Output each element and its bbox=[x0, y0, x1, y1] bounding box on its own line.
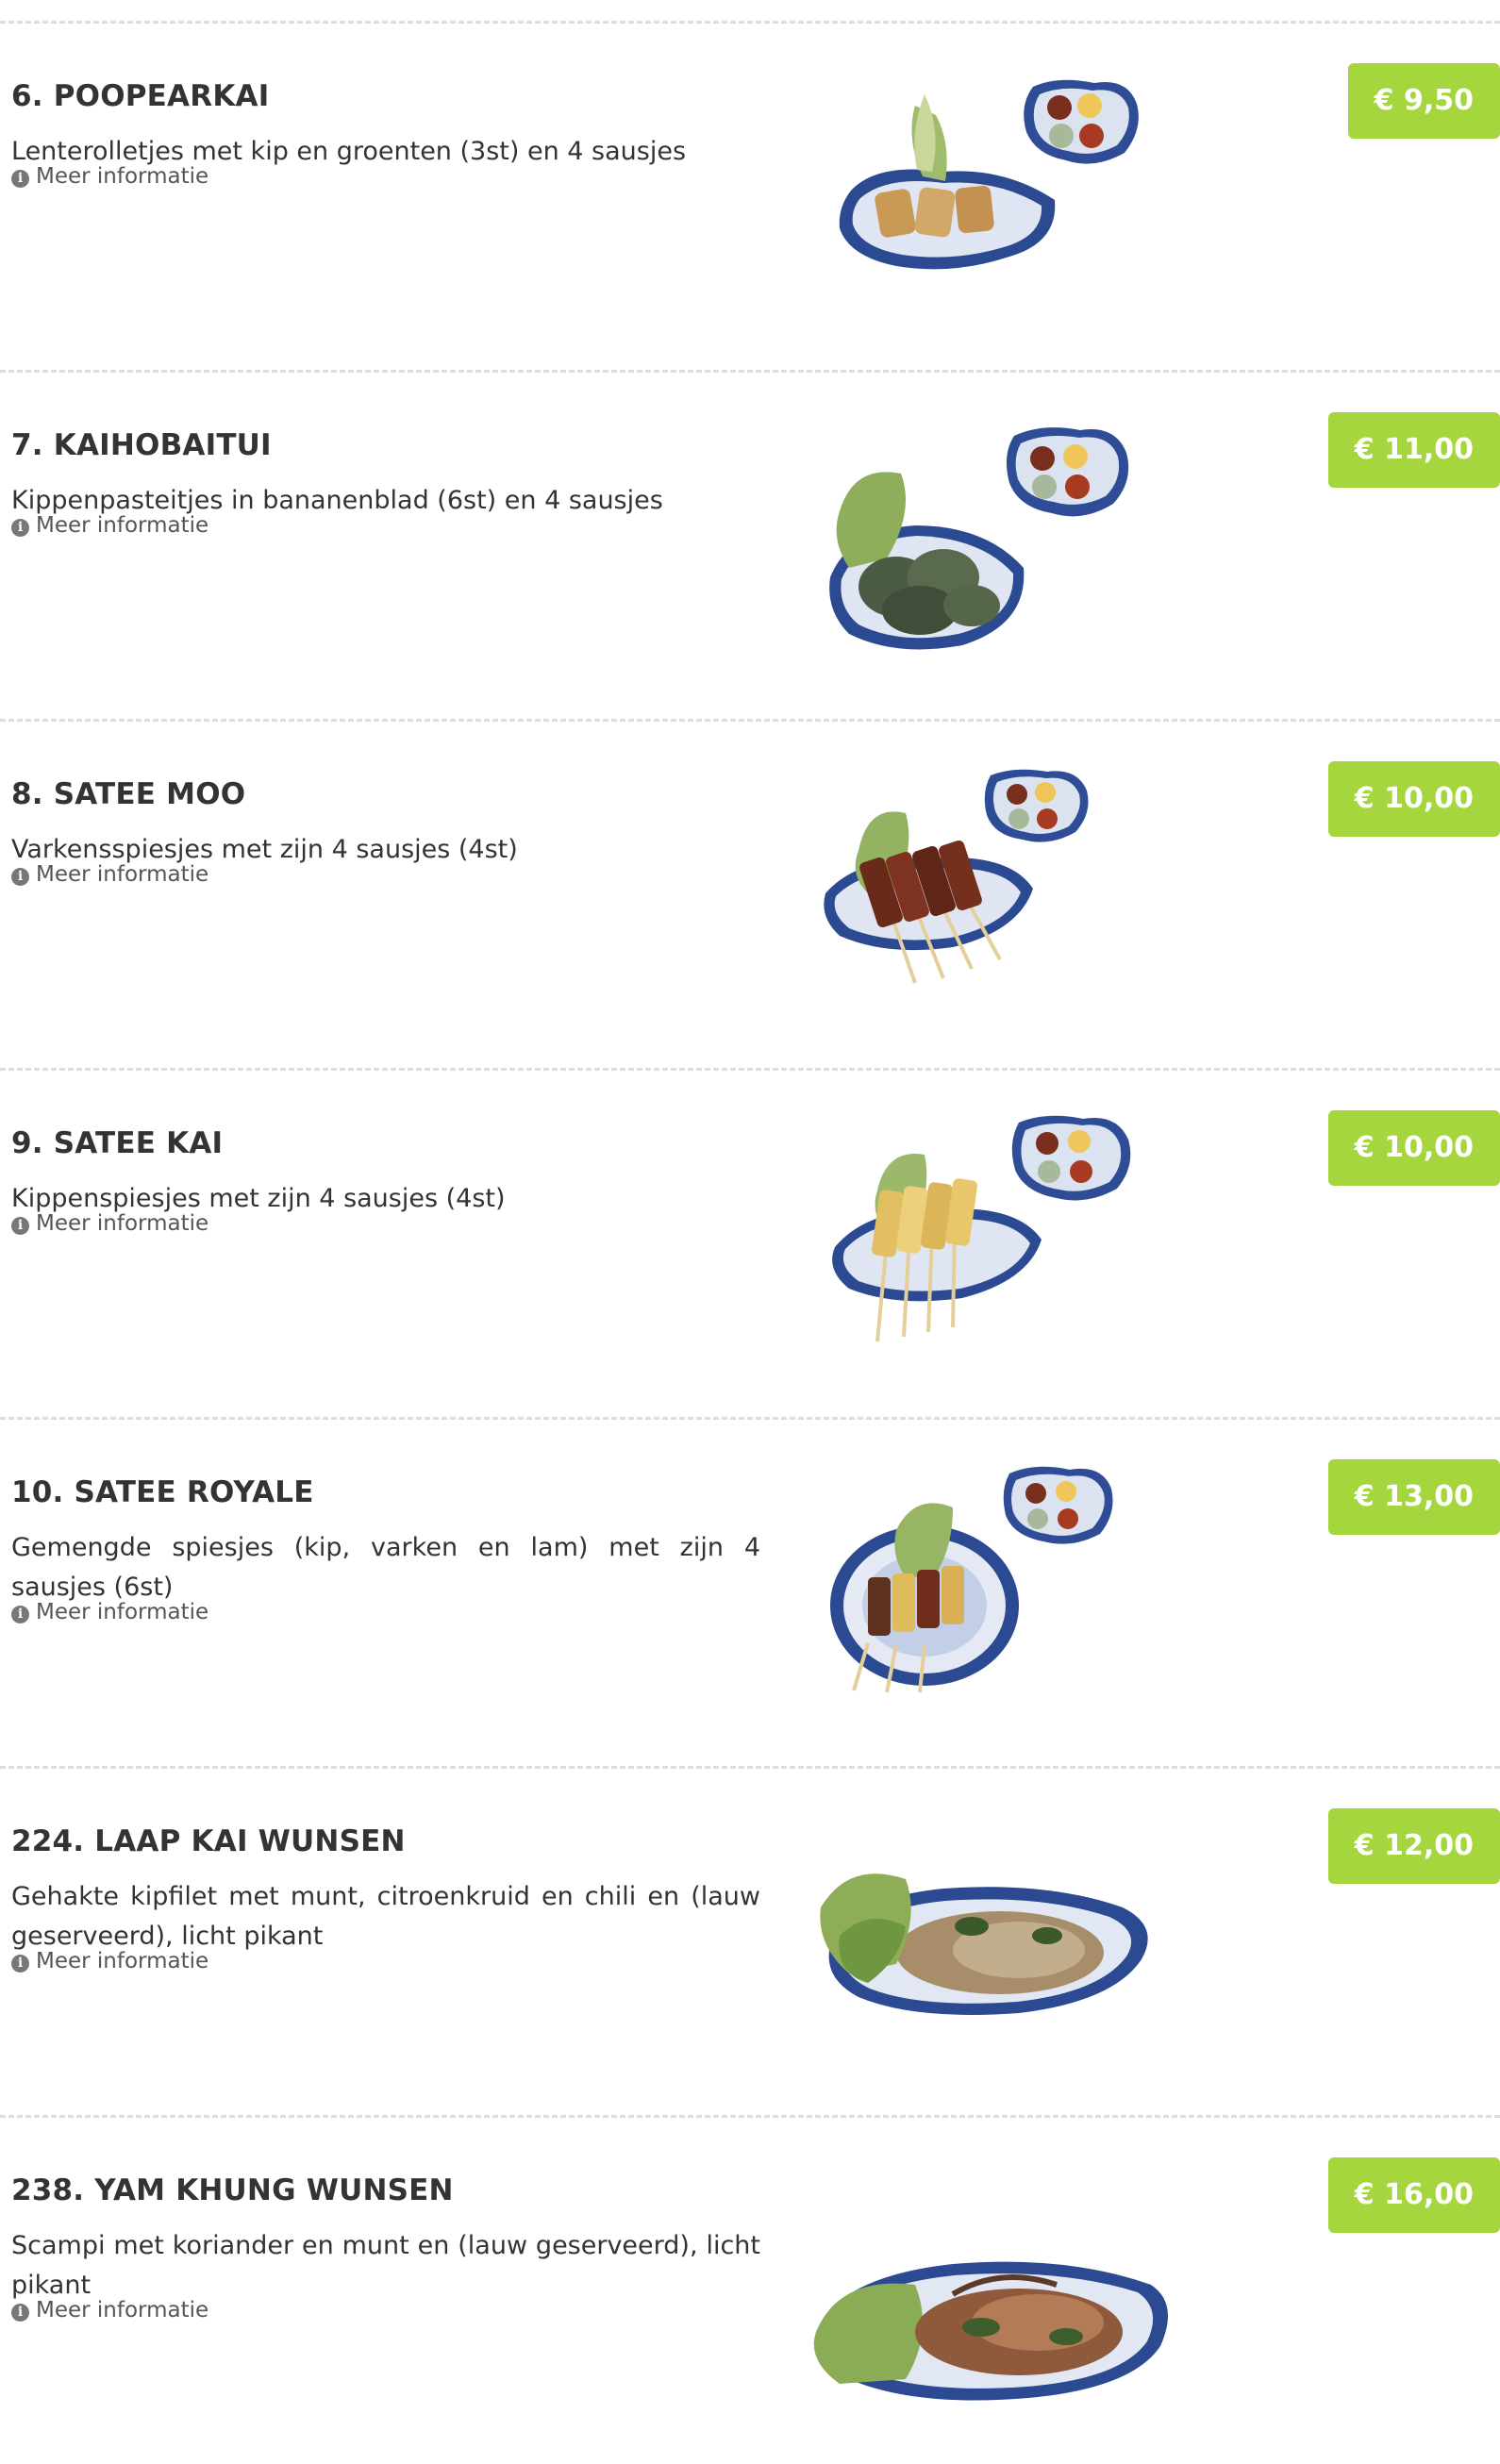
dish-photo bbox=[811, 747, 1189, 1021]
info-circle-icon: i bbox=[11, 868, 29, 886]
more-info-label: Meer informatie bbox=[36, 164, 209, 189]
more-info-link[interactable]: i Meer informatie bbox=[11, 860, 208, 889]
item-description: Scampi met koriander en munt en (lauw ge… bbox=[11, 2231, 760, 2300]
item-title: 10. SATEE ROYALE bbox=[11, 1475, 314, 1509]
more-info-link[interactable]: i Meer informatie bbox=[11, 2296, 208, 2324]
more-info-label: Meer informatie bbox=[36, 1949, 209, 1973]
dish-photo bbox=[811, 1794, 1189, 2068]
item-title: 224. LAAP KAI WUNSEN bbox=[11, 1824, 406, 1858]
more-info-link[interactable]: i Meer informatie bbox=[11, 1947, 208, 1975]
more-info-label: Meer informatie bbox=[36, 2298, 209, 2322]
item-title: 9. SATEE KAI bbox=[11, 1126, 224, 1160]
menu-item: 7. KAIHOBAITUI Kippenpasteitjes in banan… bbox=[0, 370, 1500, 719]
menu-item: 224. LAAP KAI WUNSEN Gehakte kipfilet me… bbox=[0, 1766, 1500, 2115]
price-button[interactable]: € 10,00 bbox=[1327, 761, 1500, 837]
info-circle-icon: i bbox=[11, 519, 29, 537]
dashed-divider bbox=[0, 2115, 1500, 2118]
item-title: 6. POOPEARKAI bbox=[11, 79, 270, 113]
price-button[interactable]: € 11,00 bbox=[1327, 412, 1500, 488]
dish-photo bbox=[811, 1445, 1189, 1719]
dish-photo bbox=[811, 49, 1189, 323]
more-info-label: Meer informatie bbox=[36, 862, 209, 887]
item-title: 7. KAIHOBAITUI bbox=[11, 428, 272, 462]
dish-photo bbox=[811, 398, 1189, 672]
menu-item: 9. SATEE KAI Kippenspiesjes met zijn 4 s… bbox=[0, 1068, 1500, 1417]
item-title: 8. SATEE MOO bbox=[11, 777, 246, 811]
item-description: Gemengde spiesjes (kip, varken en lam) m… bbox=[11, 1533, 760, 1602]
more-info-label: Meer informatie bbox=[36, 1600, 209, 1624]
info-circle-icon: i bbox=[11, 1606, 29, 1623]
price-button[interactable]: € 10,00 bbox=[1327, 1110, 1500, 1186]
more-info-label: Meer informatie bbox=[36, 513, 209, 538]
menu-list: 6. POOPEARKAI Lenterolletjes met kip en … bbox=[0, 0, 1500, 2401]
info-circle-icon: i bbox=[11, 170, 29, 188]
item-description: Gehakte kipfilet met munt, citroenkruid … bbox=[11, 1882, 760, 1951]
more-info-link[interactable]: i Meer informatie bbox=[11, 1598, 208, 1626]
price-button[interactable]: € 16,00 bbox=[1327, 2157, 1500, 2233]
dashed-divider bbox=[0, 370, 1500, 373]
more-info-link[interactable]: i Meer informatie bbox=[11, 511, 208, 540]
dashed-divider bbox=[0, 21, 1500, 24]
price-button[interactable]: € 9,50 bbox=[1347, 63, 1500, 139]
price-button[interactable]: € 13,00 bbox=[1327, 1459, 1500, 1535]
menu-item: 238. YAM KHUNG WUNSEN Scampi met koriand… bbox=[0, 2115, 1500, 2464]
menu-item: 8. SATEE MOO Varkensspiesjes met zijn 4 … bbox=[0, 719, 1500, 1068]
info-circle-icon: i bbox=[11, 1217, 29, 1235]
dashed-divider bbox=[0, 1068, 1500, 1071]
dashed-divider bbox=[0, 1417, 1500, 1420]
dashed-divider bbox=[0, 719, 1500, 722]
info-circle-icon: i bbox=[11, 2304, 29, 2322]
price-button[interactable]: € 12,00 bbox=[1327, 1808, 1500, 1884]
dish-photo bbox=[811, 1096, 1189, 1370]
info-circle-icon: i bbox=[11, 1955, 29, 1973]
menu-item: 10. SATEE ROYALE Gemengde spiesjes (kip,… bbox=[0, 1417, 1500, 1766]
more-info-link[interactable]: i Meer informatie bbox=[11, 1209, 208, 1238]
item-title: 238. YAM KHUNG WUNSEN bbox=[11, 2173, 454, 2207]
menu-item: 6. POOPEARKAI Lenterolletjes met kip en … bbox=[0, 21, 1500, 370]
more-info-link[interactable]: i Meer informatie bbox=[11, 162, 208, 191]
dashed-divider bbox=[0, 1766, 1500, 1769]
more-info-label: Meer informatie bbox=[36, 1211, 209, 1236]
dish-photo bbox=[811, 2143, 1189, 2417]
